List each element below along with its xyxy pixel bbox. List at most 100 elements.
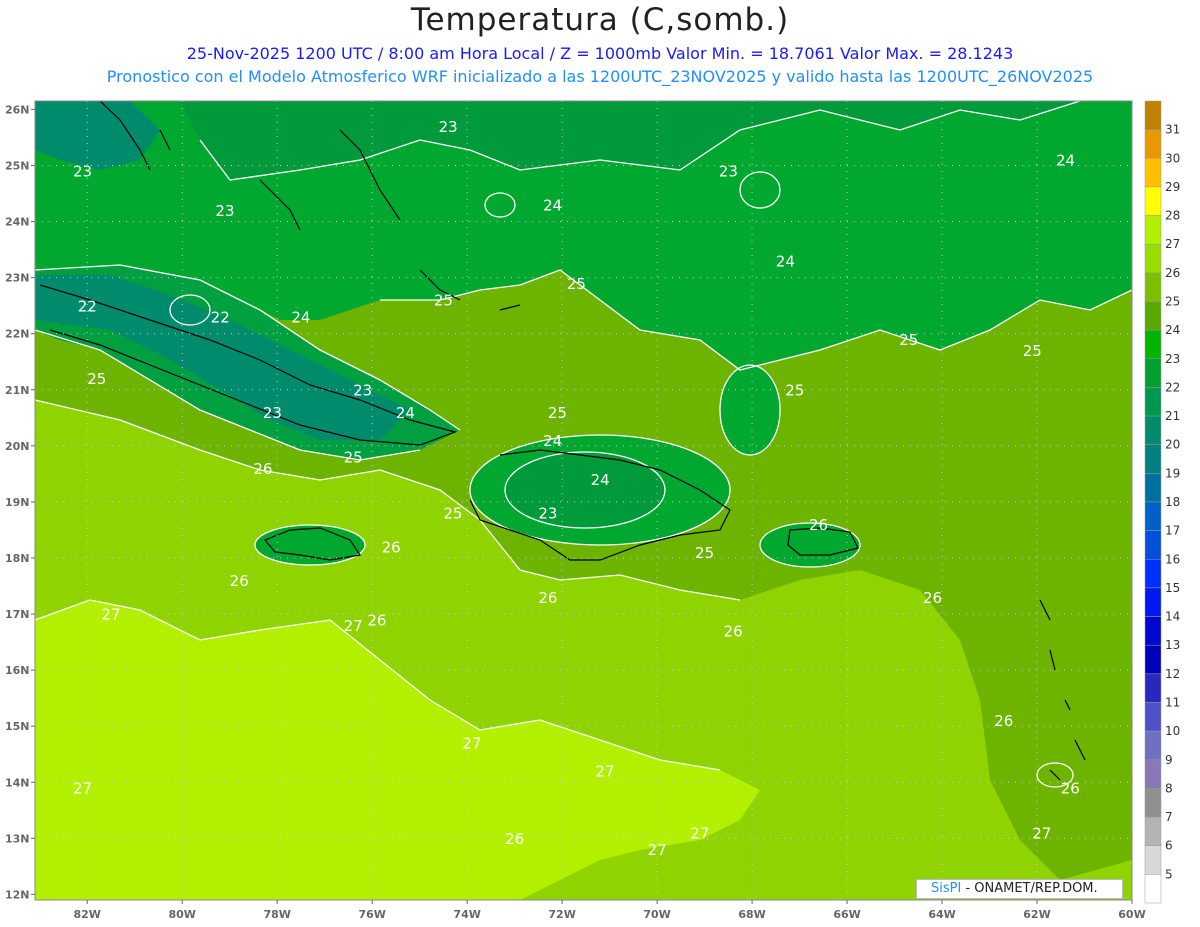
isotherm-value-label: 26 <box>382 538 401 556</box>
isotherm-value-label: 26 <box>809 516 828 534</box>
colorbar-label: 6 <box>1165 839 1173 853</box>
colorbar-swatch <box>1144 329 1162 360</box>
lon-tick-label: 80W <box>168 908 195 921</box>
colorbar-swatch <box>1144 559 1162 589</box>
colorbar-swatch <box>1144 301 1162 331</box>
colorbar-swatch <box>1144 530 1162 560</box>
isotherm-value-label: 26 <box>230 572 249 590</box>
isotherm-value-label: 25 <box>434 292 453 310</box>
colorbar-label: 17 <box>1165 524 1180 538</box>
isotherm-value-label: 25 <box>344 449 363 467</box>
lat-tick-label: 14N <box>5 776 30 789</box>
colorbar-label: 13 <box>1165 638 1180 652</box>
isotherm-value-label: 26 <box>994 712 1013 730</box>
isotherm-value-label: 27 <box>648 841 667 859</box>
isotherm-value-label: 23 <box>73 163 92 181</box>
colorbar-swatch <box>1144 243 1162 274</box>
colorbar-swatch <box>1144 816 1162 846</box>
isotherm-value-label: 22 <box>78 297 97 315</box>
isotherm-value-label: 23 <box>353 381 372 399</box>
lat-tick-label: 19N <box>5 496 30 509</box>
isotherm-value-label: 23 <box>439 118 458 136</box>
colorbar-swatch <box>1144 129 1162 159</box>
lat-tick-label: 25N <box>5 159 30 172</box>
colorbar-label: 29 <box>1165 180 1180 194</box>
isotherm-value-label: 24 <box>396 404 415 422</box>
lon-tick-label: 82W <box>74 908 101 921</box>
isotherm-value-label: 24 <box>291 308 310 326</box>
lon-tick-label: 76W <box>358 908 385 921</box>
colorbar-swatch <box>1144 444 1162 474</box>
colorbar-swatch <box>1144 272 1162 302</box>
isotherm-value-label: 27 <box>462 735 481 753</box>
credit-text: ONAMET/REP.DOM. <box>970 881 1098 896</box>
lon-tick-label: 78W <box>263 908 290 921</box>
isotherm-value-label: 25 <box>548 404 567 422</box>
colorbar-label: 28 <box>1165 209 1180 223</box>
temperature-map: 26N 25N 24N 23N 22N 21N 20N 19N 18N 17N 16N 15N 14N 1… <box>5 100 1180 921</box>
colorbar-label: 26 <box>1165 266 1180 280</box>
colorbar-swatch <box>1144 186 1162 216</box>
colorbar-swatch <box>1144 215 1162 245</box>
isotherm-value-label: 26 <box>724 622 743 640</box>
colorbar-swatch <box>1144 788 1162 818</box>
colorbar-label: 22 <box>1165 380 1180 394</box>
lat-tick-label: 18N <box>5 552 30 565</box>
colorbar-swatch <box>1144 702 1162 732</box>
colorbar-swatch <box>1144 100 1162 130</box>
colorbar-label: 21 <box>1165 409 1180 423</box>
lon-tick-label: 66W <box>833 908 860 921</box>
colorbar-label: 14 <box>1165 610 1180 624</box>
lon-tick-label: 62W <box>1023 908 1050 921</box>
colorbar: 31 30 29 28 27 26 25 24 23 22 21 20 19 18 17 16 15 14 13 12… <box>1144 100 1180 904</box>
isotherm-value-label: 24 <box>543 432 562 450</box>
colorbar-label: 10 <box>1165 724 1180 738</box>
lat-tick-label: 15N <box>5 720 30 733</box>
colorbar-label: 31 <box>1165 123 1180 137</box>
colorbar-swatch <box>1144 845 1162 875</box>
isotherm-value-label: 26 <box>505 830 524 848</box>
isotherm-value-label: 24 <box>543 196 562 214</box>
lat-tick-label: 26N <box>5 103 30 116</box>
lat-tick-label: 24N <box>5 216 30 229</box>
isotherm-value-label: 27 <box>1032 824 1051 842</box>
colorbar-label: 12 <box>1165 667 1180 681</box>
lat-tick-label: 17N <box>5 608 30 621</box>
isotherm-value-label: 24 <box>776 252 795 270</box>
colorbar-label: 9 <box>1165 753 1173 767</box>
colorbar-label: 7 <box>1165 810 1173 824</box>
lat-tick-label: 13N <box>5 832 30 845</box>
colorbar-swatch <box>1144 759 1162 789</box>
isotherm-value-label: 25 <box>695 544 714 562</box>
colorbar-swatch <box>1144 158 1162 188</box>
lon-labels: 82W 80W 78W 76W 74W 72W 70W 68W 66W 64W 62W 60W <box>74 900 1146 921</box>
colorbar-label: 8 <box>1165 781 1173 795</box>
lon-tick-label: 74W <box>453 908 480 921</box>
colorbar-swatch <box>1144 473 1162 503</box>
isotherm-value-label: 26 <box>538 589 557 607</box>
colorbar-label: 20 <box>1165 438 1180 452</box>
isotherm-value-label: 23 <box>215 202 234 220</box>
colorbar-label: 5 <box>1165 867 1173 881</box>
colorbar-swatch <box>1144 587 1162 617</box>
lon-tick-label: 68W <box>738 908 765 921</box>
isotherm-value-label: 24 <box>591 471 610 489</box>
colorbar-label: 19 <box>1165 466 1180 480</box>
isotherm-value-label: 25 <box>87 370 106 388</box>
colorbar-label: 23 <box>1165 352 1180 366</box>
lat-tick-label: 21N <box>5 384 30 397</box>
temperature-field <box>35 101 1132 900</box>
lon-tick-label: 70W <box>643 908 670 921</box>
isotherm-value-label: 27 <box>73 779 92 797</box>
lat-labels: 26N 25N 24N 23N 22N 21N 20N 19N 18N 17N 16N 15N 14N 1… <box>5 103 35 901</box>
colorbar-swatch <box>1144 673 1162 703</box>
isotherm-value-label: 23 <box>719 163 738 181</box>
isotherm-value-label: 26 <box>253 460 272 478</box>
lat-tick-label: 20N <box>5 440 30 453</box>
colorbar-label: 11 <box>1165 696 1180 710</box>
isotherm-value-label: 25 <box>785 381 804 399</box>
isotherm-value-label: 24 <box>1056 151 1075 169</box>
colorbar-swatch <box>1144 415 1162 445</box>
colorbar-label: 16 <box>1165 552 1180 566</box>
colorbar-label: 18 <box>1165 495 1180 509</box>
